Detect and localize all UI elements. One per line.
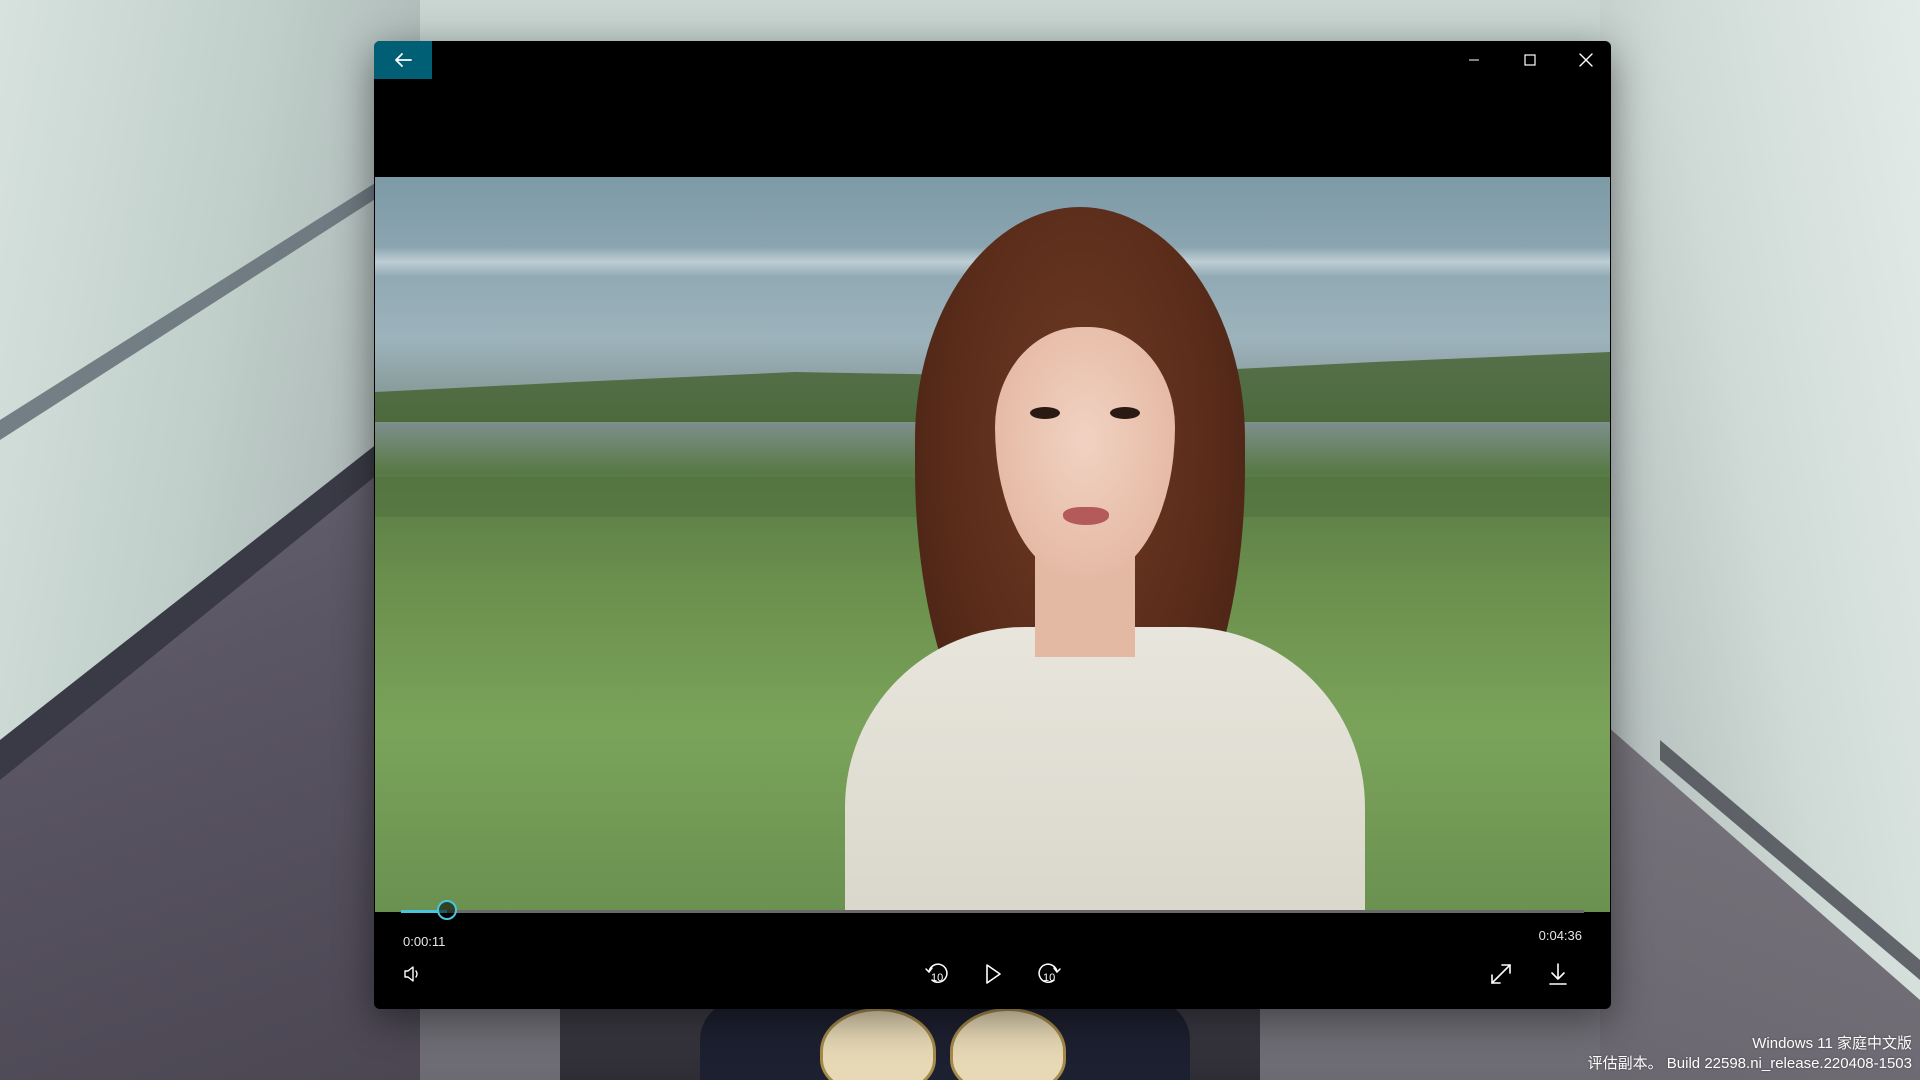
elapsed-time: 0:00:11 — [403, 934, 446, 949]
volume-button[interactable] — [390, 952, 434, 996]
fullscreen-button[interactable] — [1479, 952, 1523, 996]
video-person-eye-left — [1030, 407, 1060, 419]
minimize-button[interactable] — [1446, 41, 1502, 79]
forward-10-icon: 10 — [1035, 960, 1063, 988]
total-time: 0:04:36 — [1538, 928, 1582, 943]
skip-forward-button[interactable]: 10 — [1027, 952, 1071, 996]
minimize-icon — [1468, 54, 1480, 66]
seek-bar-thumb[interactable] — [437, 900, 458, 920]
title-bar — [374, 41, 1611, 79]
maximize-icon — [1524, 54, 1536, 66]
video-frame[interactable] — [375, 177, 1610, 912]
download-icon — [1548, 962, 1568, 986]
play-button[interactable] — [971, 952, 1015, 996]
video-person-eye-right — [1110, 407, 1140, 419]
seek-bar[interactable] — [401, 900, 1584, 920]
play-icon — [983, 963, 1003, 985]
volume-icon — [402, 964, 422, 984]
close-icon — [1579, 53, 1593, 67]
wallpaper-figure — [700, 1000, 1190, 1080]
video-person-torso — [845, 627, 1365, 912]
back-button[interactable] — [374, 41, 432, 79]
fullscreen-icon — [1489, 962, 1513, 986]
arrow-left-icon — [394, 52, 412, 68]
watermark-edition: Windows 11 家庭中文版 — [1752, 1035, 1912, 1052]
download-button[interactable] — [1536, 952, 1580, 996]
maximize-button[interactable] — [1502, 41, 1558, 79]
video-person-mouth — [1063, 507, 1109, 525]
watermark-build: 评估副本。 Build 22598.ni_release.220408-1503 — [1587, 1055, 1912, 1072]
rewind-10-icon: 10 — [923, 960, 951, 988]
skip-back-button[interactable]: 10 — [915, 952, 959, 996]
close-button[interactable] — [1558, 41, 1611, 79]
video-player-window: 0:00:11 0:04:36 10 10 — [374, 41, 1611, 1009]
skip-back-seconds: 10 — [931, 972, 944, 984]
windows-eval-watermark: Windows 11 家庭中文版 评估副本。 Build 22598.ni_re… — [1588, 1034, 1912, 1074]
skip-forward-seconds: 10 — [1043, 972, 1056, 984]
